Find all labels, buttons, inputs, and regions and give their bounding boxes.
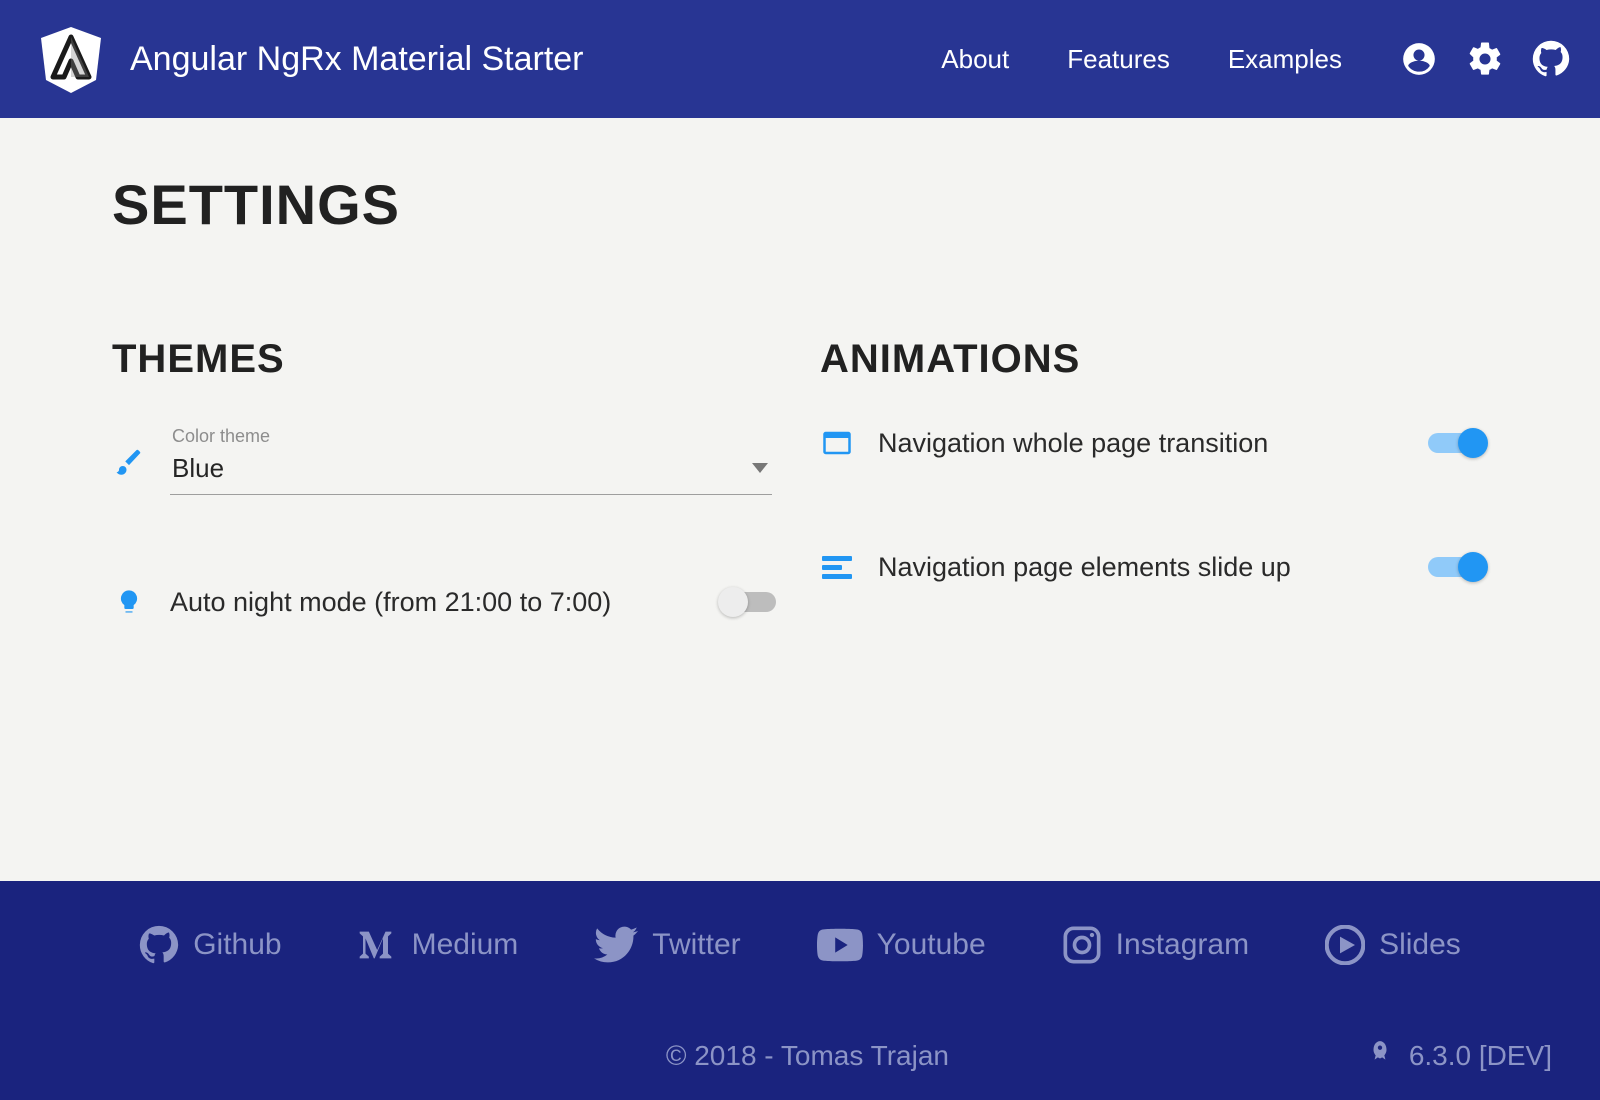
whole-page-label: Navigation whole page transition (878, 428, 1416, 459)
github-icon[interactable] (1532, 40, 1570, 78)
footer-link-twitter[interactable]: Twitter (594, 925, 740, 965)
footer-link-label: Medium (412, 928, 519, 962)
nav-link-examples[interactable]: Examples (1228, 44, 1342, 75)
app-logo-icon (36, 24, 106, 94)
color-theme-label: Color theme (170, 426, 772, 447)
window-icon (820, 426, 854, 460)
lightbulb-icon (112, 585, 146, 619)
page-title: SETTINGS (112, 172, 1488, 237)
whole-page-row: Navigation whole page transition (820, 426, 1488, 460)
nav-link-features[interactable]: Features (1067, 44, 1170, 75)
night-mode-toggle[interactable] (720, 592, 776, 612)
footer-link-youtube[interactable]: Youtube (817, 925, 986, 965)
themes-column: THEMES Color theme Blue (112, 337, 780, 709)
color-theme-select[interactable]: Color theme Blue (170, 426, 772, 495)
footer-links: Github Medium Twitter Youtube Instagram … (40, 925, 1560, 965)
footer-link-label: Twitter (652, 928, 740, 962)
animations-column: ANIMATIONS Navigation whole page transit… (820, 337, 1488, 709)
footer-link-github[interactable]: Github (139, 925, 281, 965)
gear-icon[interactable] (1466, 40, 1504, 78)
app-title: Angular NgRx Material Starter (130, 40, 941, 79)
slide-up-label: Navigation page elements slide up (878, 552, 1416, 583)
account-icon[interactable] (1400, 40, 1438, 78)
chevron-down-icon (752, 460, 768, 478)
footer-link-slides[interactable]: Slides (1325, 925, 1461, 965)
themes-heading: THEMES (112, 337, 780, 382)
settings-columns: THEMES Color theme Blue (112, 337, 1488, 709)
footer-link-medium[interactable]: Medium (358, 925, 519, 965)
brush-icon (112, 444, 146, 478)
rocket-icon (1367, 1039, 1393, 1072)
color-theme-value: Blue (172, 453, 224, 484)
slide-up-toggle[interactable] (1428, 557, 1484, 577)
main-content: SETTINGS THEMES Color theme Blue (0, 118, 1600, 881)
version-text: 6.3.0 [DEV] (1409, 1040, 1552, 1072)
footer-link-label: Instagram (1116, 928, 1249, 962)
color-theme-row: Color theme Blue (112, 426, 780, 495)
copyright-text: © 2018 - Tomas Trajan (248, 1040, 1367, 1072)
app-footer: Github Medium Twitter Youtube Instagram … (0, 881, 1600, 1100)
app-header: Angular NgRx Material Starter About Feat… (0, 0, 1600, 118)
animations-heading: ANIMATIONS (820, 337, 1488, 382)
footer-bottom: © 2018 - Tomas Trajan 6.3.0 [DEV] (40, 1039, 1560, 1072)
night-mode-label: Auto night mode (from 21:00 to 7:00) (170, 587, 708, 618)
nav-links: About Features Examples (941, 44, 1342, 75)
header-actions (1400, 40, 1570, 78)
slide-up-row: Navigation page elements slide up (820, 550, 1488, 584)
whole-page-toggle[interactable] (1428, 433, 1484, 453)
nav-link-about[interactable]: About (941, 44, 1009, 75)
lines-icon (820, 550, 854, 584)
footer-link-label: Github (193, 928, 281, 962)
footer-link-instagram[interactable]: Instagram (1062, 925, 1249, 965)
footer-link-label: Slides (1379, 928, 1461, 962)
footer-link-label: Youtube (877, 928, 986, 962)
version-group: 6.3.0 [DEV] (1367, 1039, 1552, 1072)
night-mode-row: Auto night mode (from 21:00 to 7:00) (112, 585, 780, 619)
